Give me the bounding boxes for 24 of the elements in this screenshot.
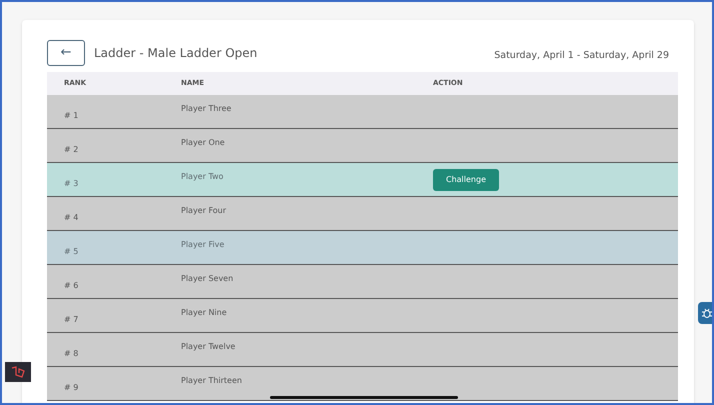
rank-cell-text: # 7 [64, 314, 80, 326]
back-button[interactable]: ← [47, 40, 85, 66]
player-name: Player One [181, 137, 226, 149]
player-name: Player Four [181, 205, 228, 217]
rank-cell-text: # 4 [64, 212, 80, 224]
rank-cell-text: # 1 [64, 110, 80, 122]
player-name: Player Three [181, 103, 232, 115]
player-name: Player Thirteen [181, 375, 243, 387]
rank-cell-text: # 8 [64, 348, 80, 360]
ladder-title: Ladder - Male Ladder Open [94, 45, 258, 62]
rank-cell-text: # 5 [64, 246, 80, 258]
rank-cell-text: # 6 [64, 280, 80, 292]
rank-cell-text: # 3 [64, 178, 80, 190]
rank-cell-text: # 2 [64, 144, 80, 156]
player-name: Player Twelve [181, 341, 236, 353]
player-name: Player Nine [181, 307, 228, 319]
challenge-button[interactable]: Challenge [433, 168, 499, 190]
player-name: Player Two [181, 171, 224, 183]
logo-icon[interactable] [5, 362, 31, 382]
date-range: Saturday, April 1 - Saturday, April 29 [494, 48, 669, 63]
player-name: Player Five [181, 239, 226, 251]
bug-icon[interactable] [698, 302, 712, 324]
rank-cell-text: # 9 [64, 382, 80, 394]
player-name: Player Seven [181, 273, 234, 285]
